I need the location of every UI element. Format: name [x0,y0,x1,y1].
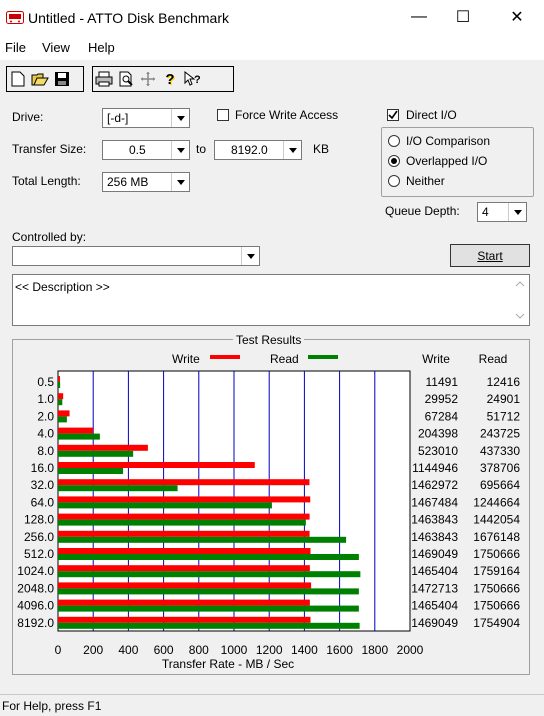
write-value-label: 11491 [426,375,459,389]
read-value-label: 1754904 [473,616,520,630]
write-bar [58,513,310,520]
read-value-label: 1750666 [473,547,520,561]
read-bar [58,588,359,595]
y-tick-label: 2.0 [37,409,54,423]
read-bar [58,536,347,543]
x-tick-label: 600 [154,643,174,657]
y-tick-label: 1.0 [37,392,54,406]
status-bar: For Help, press F1 [0,694,544,716]
x-tick-label: 1000 [221,643,248,657]
legend-write-swatch [210,355,240,359]
write-value-label: 67284 [425,409,459,423]
x-tick-label: 200 [83,643,103,657]
write-bar [58,616,311,623]
read-bar [58,554,359,560]
read-value-label: 1750666 [473,599,520,613]
y-tick-label: 32.0 [31,478,55,492]
write-value-label: 204398 [418,427,458,441]
y-tick-label: 64.0 [31,495,55,509]
y-tick-label: 4.0 [37,427,54,441]
legend-write-label: Write [172,352,200,366]
x-tick-label: 1800 [361,643,388,657]
write-bar [58,427,94,434]
write-value-label: 1465404 [411,564,458,578]
write-value-label: 1472713 [411,581,458,595]
write-value-label: 1463843 [411,530,458,544]
read-value-label: 378706 [480,461,520,475]
write-bar [58,599,310,606]
legend-read-swatch [308,355,338,359]
write-bar [58,410,70,417]
x-tick-label: 800 [189,643,209,657]
write-bar [58,376,60,382]
read-value-label: 51712 [487,409,521,423]
y-tick-label: 8192.0 [17,616,54,630]
read-value-label: 437330 [480,444,520,458]
write-value-label: 1144946 [412,461,458,475]
y-tick-label: 2048.0 [17,581,54,595]
read-value-label: 695664 [480,478,520,492]
x-tick-label: 1600 [326,643,353,657]
y-tick-label: 128.0 [24,513,54,527]
read-bar [58,502,272,509]
write-bar [58,479,310,486]
read-bar [58,450,134,457]
write-bar [58,462,255,468]
write-bar [58,496,311,503]
benchmark-chart: 0 200 400 600 800 1000 1200 1400 1600 1800 2000 Tra… [17,352,521,671]
y-tick-label: 512.0 [24,547,54,561]
read-value-label: 1676148 [473,530,520,544]
y-tick-label: 4096.0 [17,599,54,613]
x-tick-label: 1400 [291,643,318,657]
write-bar [58,530,310,537]
write-value-label: 1469049 [411,616,458,630]
y-tick-label: 0.5 [37,375,54,389]
read-value-label: 243725 [480,427,520,441]
x-tick-label: 1200 [256,643,283,657]
y-tick-label: 256.0 [24,530,54,544]
read-bar [58,416,67,423]
write-value-label: 1467484 [411,495,458,509]
read-bar [58,485,178,492]
read-value-label: 1750666 [473,581,520,595]
read-value-label: 12416 [487,375,521,389]
read-value-label: 1244664 [473,495,520,509]
read-bar [58,468,124,474]
write-bar [58,565,310,572]
write-value-label: 1462972 [411,478,458,492]
write-value-label: 523010 [418,444,458,458]
read-bar [58,622,360,629]
x-tick-label: 2000 [397,643,424,657]
read-value-label: 24901 [487,392,521,406]
read-value-label: 1759164 [473,564,520,578]
status-text: For Help, press F1 [2,699,102,713]
legend-read-label: Read [270,352,299,366]
read-bar [58,399,63,406]
read-value-label: 1442054 [473,513,520,527]
write-bar [58,582,312,589]
y-tick-label: 16.0 [31,461,55,475]
read-bar [58,519,306,526]
write-bar [58,548,311,554]
read-bar [58,571,361,578]
y-tick-label: 1024.0 [17,564,54,578]
read-bar [58,605,359,612]
y-tick-label: 8.0 [37,444,54,458]
write-bar [58,444,148,451]
x-tick-label: 0 [55,643,62,657]
write-bar [58,393,64,400]
x-tick-label: 400 [118,643,138,657]
write-value-label: 1465404 [411,599,458,613]
read-bar [58,433,100,440]
write-value-label: 1469049 [411,547,458,561]
write-value-label: 29952 [425,392,459,406]
x-axis-label: Transfer Rate - MB / Sec [162,657,294,671]
write-value-label: 1463843 [411,513,458,527]
read-column-header: Read [479,352,508,366]
read-bar [58,382,61,388]
write-column-header: Write [422,352,450,366]
